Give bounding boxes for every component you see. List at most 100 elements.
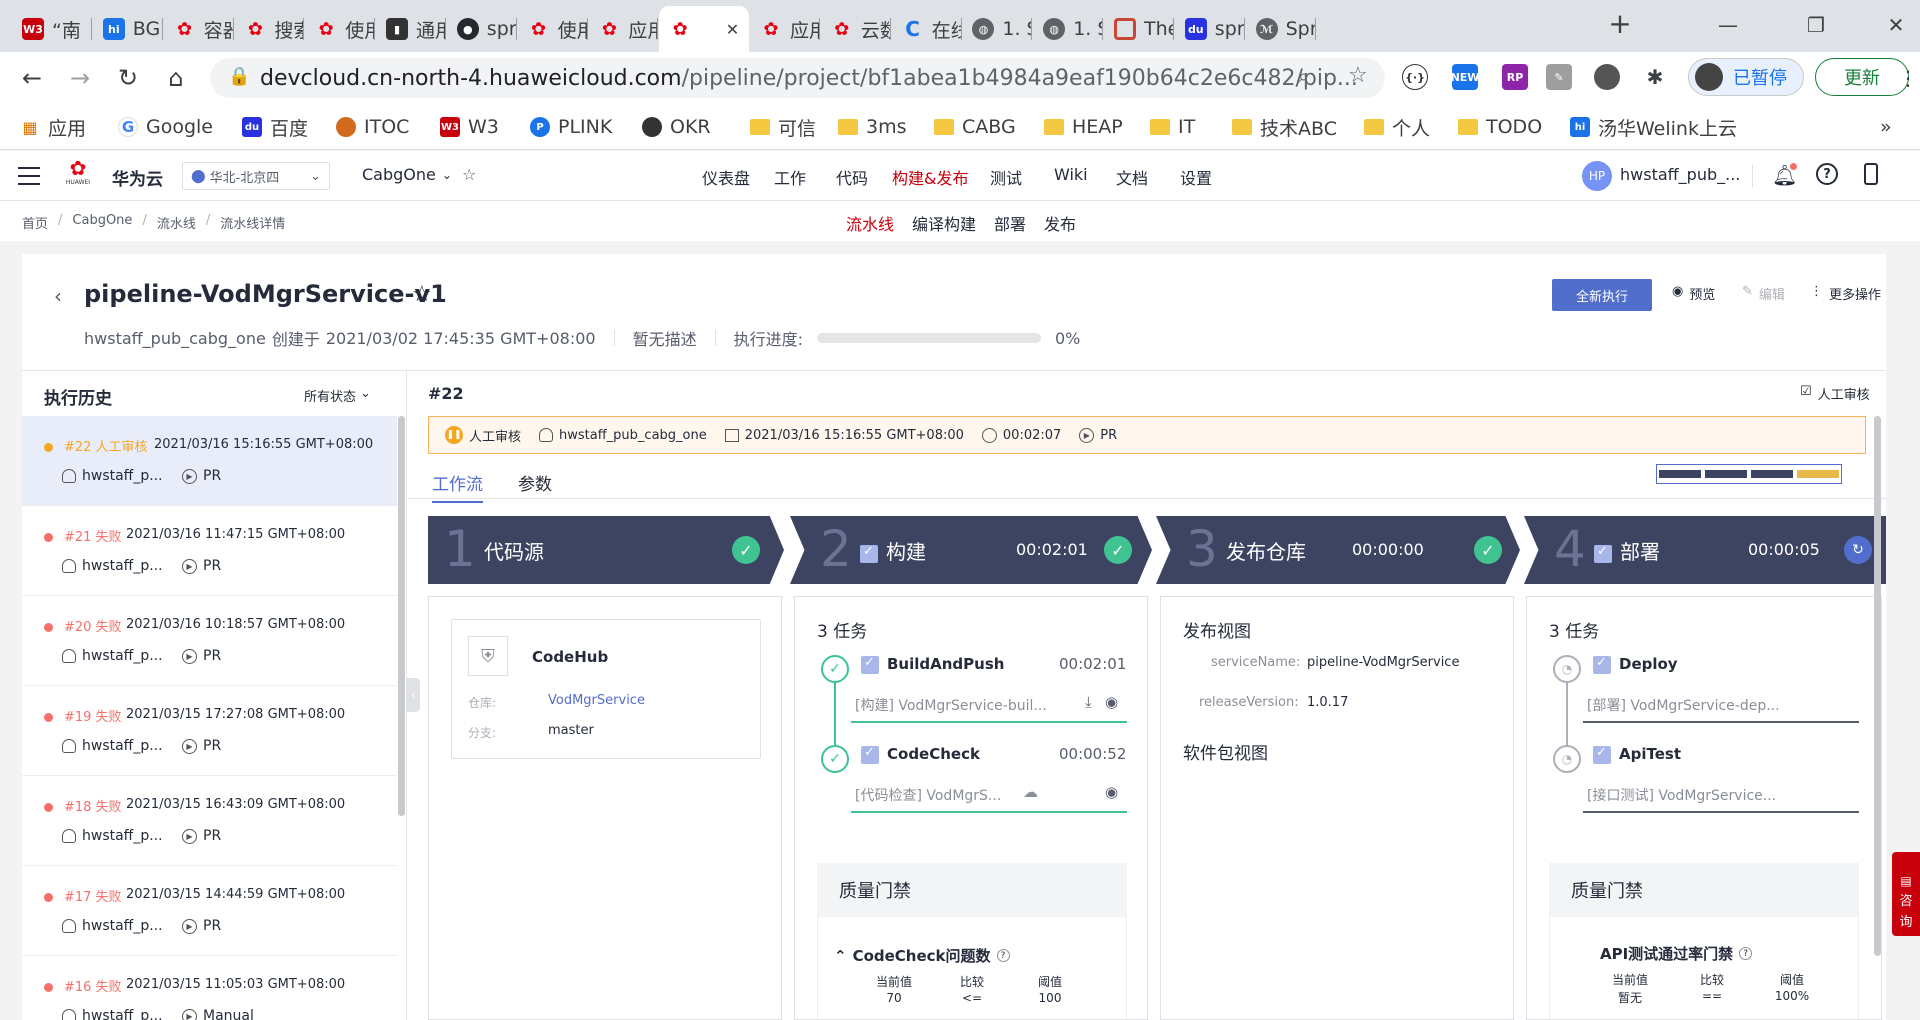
browser-tab[interactable]: ▮ 通用 xyxy=(376,6,446,52)
history-item[interactable]: #16 失败 2021/03/15 11:05:03 GMT+08:00 hwstaf… xyxy=(22,956,397,1020)
browser-tab[interactable]: ✿ 应用 xyxy=(588,6,659,52)
help-icon[interactable]: ? xyxy=(1816,163,1838,185)
browser-tab[interactable]: ℳ Spr xyxy=(1246,6,1316,52)
history-item[interactable]: #18 失败 2021/03/15 16:43:09 GMT+08:00 hwstaf… xyxy=(22,776,397,866)
reload-icon[interactable]: ↻ xyxy=(112,62,144,94)
bookmark-item[interactable]: HEAP xyxy=(1044,112,1123,142)
consult-float-button[interactable]: ▤ 咨 询 xyxy=(1892,852,1920,936)
nav-item[interactable]: 代码 xyxy=(836,165,868,189)
minimize-window-button[interactable]: — xyxy=(1708,10,1748,40)
home-icon[interactable]: ⌂ xyxy=(160,62,192,94)
nav-item[interactable]: 构建&发布 xyxy=(892,165,969,203)
stage-header-4[interactable]: 4 部署 00:00:05 ↻ xyxy=(1524,516,1886,584)
history-item[interactable]: #20 失败 2021/03/16 10:18:57 GMT+08:00 hwstaf… xyxy=(22,596,397,686)
bookmark-item[interactable]: ▦ 应用 xyxy=(20,112,86,142)
back-arrow-icon[interactable]: ← xyxy=(16,62,48,94)
nav-item[interactable]: 工作 xyxy=(774,165,806,189)
run-new-button[interactable]: 全新执行 xyxy=(1552,279,1652,311)
forward-arrow-icon[interactable]: → xyxy=(64,62,96,94)
update-button[interactable]: 更新 xyxy=(1815,58,1909,96)
cloud-icon[interactable]: ☁ xyxy=(1023,783,1038,801)
hamburger-menu-icon[interactable] xyxy=(18,167,40,185)
browser-tab[interactable]: ✿ ✕ xyxy=(659,6,750,52)
subnav-item[interactable]: 发布 xyxy=(1044,211,1076,235)
extension-json-icon[interactable]: {·} xyxy=(1402,64,1428,90)
browser-tab[interactable]: ◍ 1. S xyxy=(962,6,1033,52)
extension-rp-icon[interactable]: RP xyxy=(1502,64,1528,90)
breadcrumb-item[interactable]: CabgOne xyxy=(72,213,132,232)
bookmark-item[interactable]: 3ms xyxy=(838,112,907,142)
back-chevron-icon[interactable]: ‹ xyxy=(54,284,62,308)
browser-tab[interactable]: ◍ 1. S xyxy=(1033,6,1104,52)
task-job[interactable]: [部署] VodMgrService-dep... xyxy=(1587,695,1780,715)
favorite-star-icon[interactable]: ☆ xyxy=(462,165,476,184)
browser-tab[interactable]: ✿ 使用 xyxy=(518,6,588,52)
favorite-star-icon[interactable]: ☆ xyxy=(412,282,432,307)
extension-pdf-icon[interactable]: ✎ xyxy=(1546,64,1572,90)
help-icon[interactable]: ? xyxy=(1739,947,1753,960)
eye-icon[interactable]: ◉ xyxy=(1105,783,1118,801)
history-item[interactable]: #17 失败 2021/03/15 14:44:59 GMT+08:00 hwstaf… xyxy=(22,866,397,956)
kebab-menu-icon[interactable]: ⋮ xyxy=(1898,62,1918,94)
download-icon[interactable]: ⤓ xyxy=(1085,693,1092,711)
history-item[interactable]: #21 失败 2021/03/16 11:47:15 GMT+08:00 hwstaf… xyxy=(22,506,397,596)
bookmark-star-icon[interactable]: ☆ xyxy=(1348,63,1368,88)
status-filter[interactable]: 所有状态 ⌄ xyxy=(304,386,371,405)
bookmark-item[interactable]: CABG xyxy=(934,112,1016,142)
help-icon[interactable]: ? xyxy=(996,949,1010,962)
task-job[interactable]: [接口测试] VodMgrService... xyxy=(1587,785,1776,805)
gate-item-title[interactable]: ⌃ CodeCheck问题数? xyxy=(834,945,1010,966)
stage-minimap[interactable] xyxy=(1656,464,1842,484)
eye-icon[interactable]: ◉ xyxy=(1105,693,1118,711)
bookmark-item[interactable]: IT xyxy=(1150,112,1195,142)
browser-tab[interactable]: ✿ 应用 xyxy=(750,6,820,52)
maximize-window-button[interactable]: ❐ xyxy=(1796,10,1836,40)
task-name-row[interactable]: ApiTest xyxy=(1593,745,1681,764)
extension-new-icon[interactable]: NEW xyxy=(1451,64,1479,90)
task-job[interactable]: [构建] VodMgrService-buil... xyxy=(855,695,1047,715)
browser-tab[interactable]: hi BG xyxy=(93,6,163,52)
user-name[interactable]: hwstaff_pub_... xyxy=(1620,165,1740,184)
breadcrumb-item[interactable]: 首页 xyxy=(22,213,48,232)
edit-button[interactable]: ✎ 编辑 xyxy=(1742,284,1785,303)
history-item[interactable]: #22 人工审核 2021/03/16 15:16:55 GMT+08:00 hwst… xyxy=(22,416,397,506)
browser-tab[interactable]: ✿ 搜索 xyxy=(234,6,305,52)
project-selector[interactable]: CabgOne ⌄ xyxy=(362,165,452,184)
nav-item[interactable]: Wiki xyxy=(1054,165,1088,184)
browser-tab[interactable]: du spr xyxy=(1175,6,1245,52)
codehub-card[interactable]: ⛨ CodeHub 仓库: VodMgrService 分支: master xyxy=(451,619,761,759)
bookmark-item[interactable]: OKR xyxy=(642,112,711,142)
gate-item-title[interactable]: API测试通过率门禁? xyxy=(1600,943,1753,964)
stage-header-1[interactable]: 1 代码源 ✓ xyxy=(428,516,784,584)
profile-paused-button[interactable]: 已暂停 xyxy=(1688,58,1804,96)
task-name-row[interactable]: BuildAndPush xyxy=(861,655,1004,674)
browser-tab[interactable]: ✿ 容器 xyxy=(164,6,234,52)
more-bookmarks-button[interactable]: » xyxy=(1880,112,1892,142)
stage-header-2[interactable]: 2 构建 00:02:01 ✓ xyxy=(790,516,1152,584)
bookmark-item[interactable]: P PLINK xyxy=(530,112,612,142)
user-avatar[interactable]: HP xyxy=(1582,161,1612,191)
bookmark-item[interactable]: 可信 xyxy=(750,112,816,142)
subnav-item[interactable]: 编译构建 xyxy=(912,211,976,235)
extension-circle-icon[interactable] xyxy=(1594,64,1620,90)
more-actions-button[interactable]: ⋮ 更多操作 xyxy=(1810,284,1881,303)
browser-tab[interactable]: W3 “南 xyxy=(12,6,92,52)
nav-item[interactable]: 文档 xyxy=(1116,165,1148,189)
collapse-panel-handle[interactable]: ‹ xyxy=(406,678,420,712)
subnav-item[interactable]: 部署 xyxy=(994,211,1026,235)
subnav-item[interactable]: 流水线 xyxy=(846,211,894,235)
manual-review-link[interactable]: ☑ 人工审核 xyxy=(1800,384,1870,403)
new-tab-button[interactable]: + xyxy=(1600,7,1640,40)
close-tab-icon[interactable]: ✕ xyxy=(726,20,739,39)
browser-tab[interactable]: ● spr xyxy=(447,6,517,52)
nav-item[interactable]: 设置 xyxy=(1180,165,1212,189)
task-name-row[interactable]: CodeCheck xyxy=(861,745,980,764)
region-selector[interactable]: ⬤ 华北-北京四 ⌄ xyxy=(182,162,330,190)
close-window-button[interactable]: ✕ xyxy=(1876,10,1916,40)
task-name-row[interactable]: Deploy xyxy=(1593,655,1678,674)
address-bar[interactable]: 🔒 devcloud.cn-north-4.huaweicloud.com/pi… xyxy=(210,58,1385,98)
search-icon[interactable]: ⌕ xyxy=(1298,64,1309,88)
detail-scrollbar[interactable] xyxy=(1874,416,1881,956)
tab-parameters[interactable]: 参数 xyxy=(518,470,552,495)
stage-header-3[interactable]: 3 发布仓库 00:00:00 ✓ xyxy=(1156,516,1520,584)
